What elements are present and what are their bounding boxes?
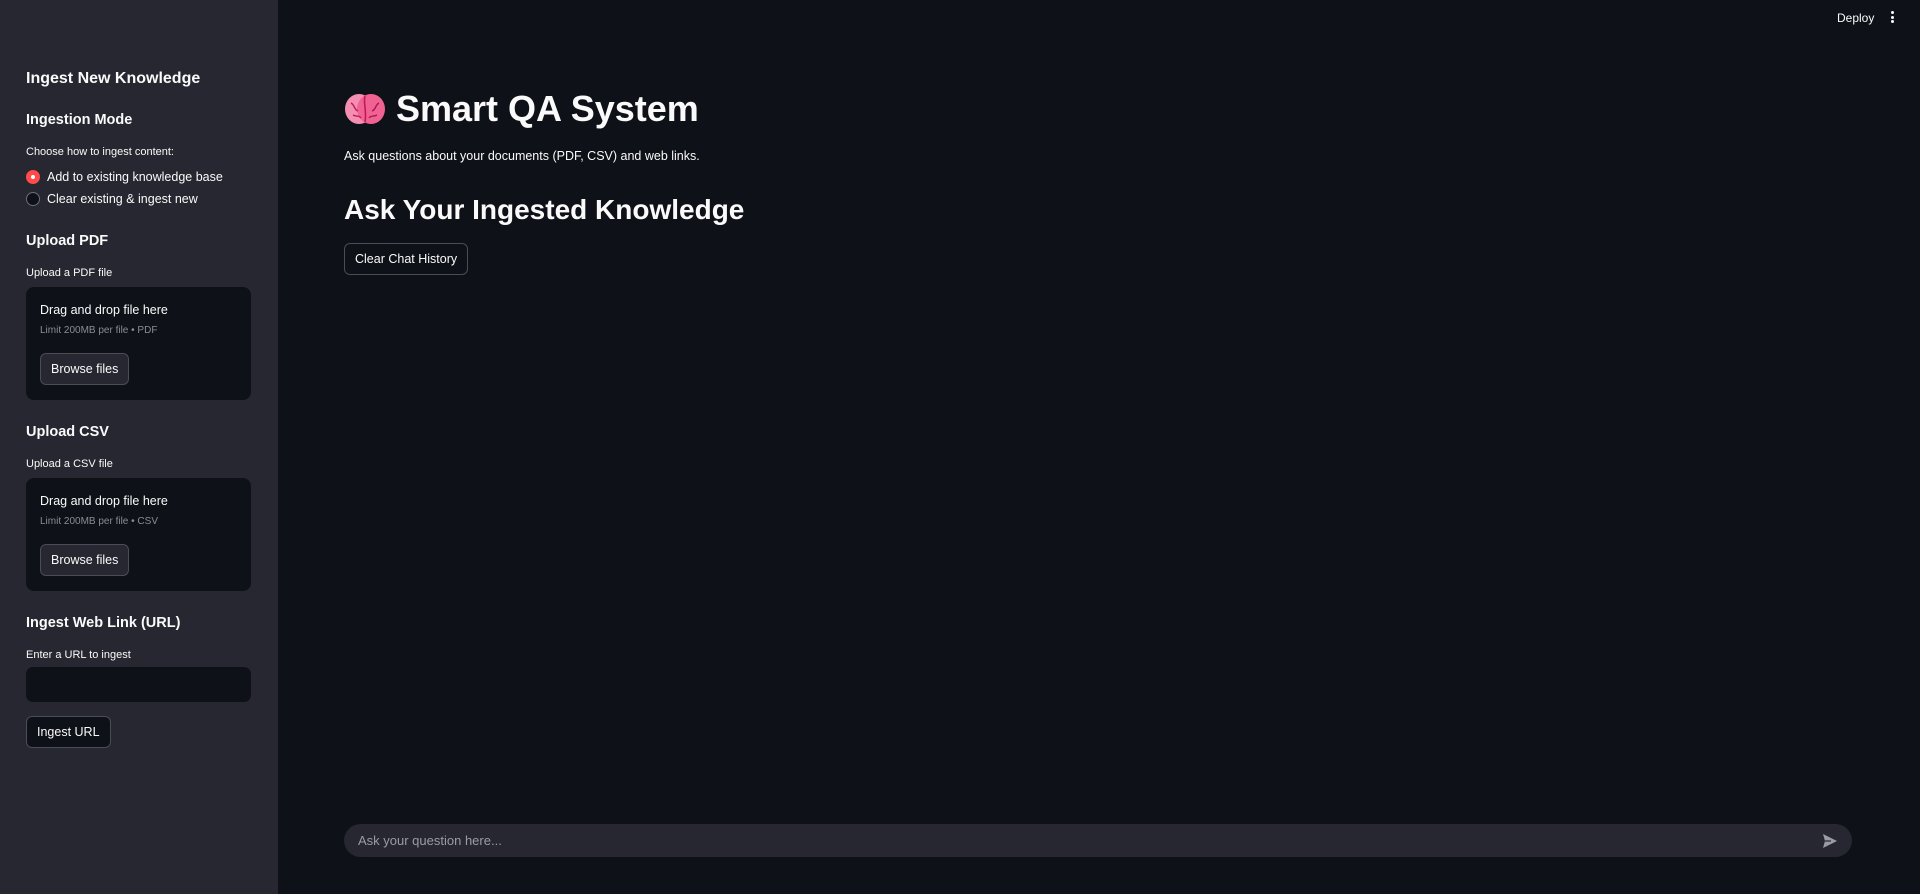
- upload-csv-heading: Upload CSV: [26, 424, 109, 440]
- page-title-text: Smart QA System: [396, 88, 699, 129]
- radio-label: Clear existing & ingest new: [47, 192, 198, 206]
- sidebar-title: Ingest New Knowledge: [26, 70, 201, 87]
- upload-csv-label: Upload a CSV file: [26, 458, 113, 470]
- kebab-menu-icon[interactable]: [1887, 9, 1897, 25]
- url-input[interactable]: [26, 667, 251, 702]
- browse-files-csv-button[interactable]: Browse files: [40, 544, 130, 576]
- radio-selected-indicator[interactable]: [26, 170, 40, 184]
- upload-pdf-heading: Upload PDF: [26, 233, 109, 249]
- dropzone-limit: Limit 200MB per file • CSV: [40, 516, 158, 527]
- chat-input[interactable]: [344, 824, 1814, 857]
- kebab-dot: [1890, 15, 1894, 19]
- radio-add-existing[interactable]: Add to existing knowledge base: [26, 170, 223, 184]
- brain-icon: [344, 91, 386, 127]
- section-heading: Ask Your Ingested Knowledge: [344, 194, 745, 225]
- web-link-heading: Ingest Web Link (URL): [26, 615, 181, 631]
- upload-pdf-label: Upload a PDF file: [26, 267, 113, 279]
- radio-clear-existing[interactable]: Clear existing & ingest new: [26, 192, 198, 206]
- page-subtitle: Ask questions about your documents (PDF,…: [344, 149, 700, 163]
- ingest-url-button[interactable]: Ingest URL: [26, 716, 111, 748]
- dropzone-title: Drag and drop file here: [40, 303, 168, 317]
- dropzone-title: Drag and drop file here: [40, 494, 168, 508]
- sidebar: Ingest New Knowledge Ingestion Mode Choo…: [0, 0, 278, 894]
- url-input-label: Enter a URL to ingest: [26, 649, 131, 661]
- ingestion-mode-label: Choose how to ingest content:: [26, 146, 174, 158]
- deploy-button[interactable]: Deploy: [1837, 11, 1874, 25]
- chat-input-bar[interactable]: [344, 824, 1852, 857]
- ingestion-mode-heading: Ingestion Mode: [26, 112, 133, 128]
- kebab-dot: [1890, 20, 1894, 23]
- page-title: Smart QA System: [344, 88, 699, 130]
- send-icon[interactable]: [1814, 825, 1846, 857]
- dropzone-limit: Limit 200MB per file • PDF: [40, 325, 158, 336]
- kebab-dot: [1890, 11, 1894, 14]
- clear-chat-history-button[interactable]: Clear Chat History: [344, 243, 469, 275]
- pdf-dropzone[interactable]: Drag and drop file here Limit 200MB per …: [26, 287, 251, 400]
- browse-files-pdf-button[interactable]: Browse files: [40, 353, 130, 385]
- csv-dropzone[interactable]: Drag and drop file here Limit 200MB per …: [26, 478, 251, 591]
- radio-label: Add to existing knowledge base: [47, 170, 223, 184]
- radio-unselected-indicator[interactable]: [26, 192, 40, 206]
